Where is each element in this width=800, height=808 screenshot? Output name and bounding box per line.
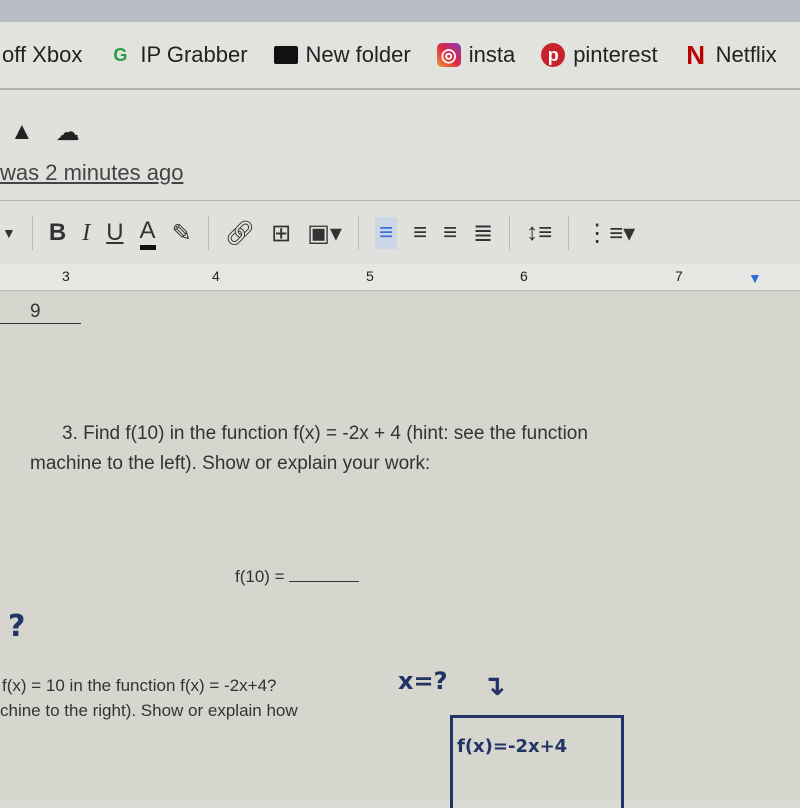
pinterest-icon: p (541, 43, 566, 67)
ruler-mark: 6 (520, 268, 528, 284)
bookmark-insta[interactable]: ◎ insta (436, 42, 516, 68)
align-right-icon[interactable]: ≡ (443, 219, 457, 247)
question-3-line-1: 3. Find f(10) in the function f(x) = -2x… (62, 423, 588, 444)
text-color-button[interactable]: A (139, 217, 156, 250)
bookmark-label: Netflix (715, 42, 777, 67)
f10-label: f(10) = (235, 567, 290, 586)
divider (509, 216, 511, 250)
machine-input-label: x=? (398, 667, 448, 695)
link-icon[interactable]: 🔗︎ (225, 219, 255, 248)
divider (207, 216, 209, 250)
last-edit-link[interactable]: was 2 minutes ago (0, 160, 183, 186)
ruler-mark: 7 (675, 268, 683, 284)
bookmark-xbox[interactable]: off Xbox (2, 42, 82, 68)
italic-button[interactable]: I (82, 220, 90, 247)
move-to-drive-icon[interactable]: ▲ (10, 118, 34, 147)
formatting-toolbar: ▼ B I U A ✎ 🔗︎ ⊞ ▣▾ ≡ ≡ ≡ ≣ ↕≡ ⋮≡▾ (0, 202, 800, 264)
machine-label: f(x)=-2x+4 (457, 736, 568, 757)
curved-arrow-icon: ↴ (482, 669, 506, 702)
doc-header: ▲ ☁ was 2 minutes ago (0, 90, 800, 201)
question-4-line-1: f(x) = 10 in the function f(x) = -2x+4? (2, 676, 277, 695)
bookmark-label: insta (468, 42, 516, 67)
cloud-saved-icon[interactable]: ☁ (56, 118, 80, 147)
align-center-icon[interactable]: ≡ (413, 219, 427, 247)
divider (31, 216, 33, 250)
previous-answer: 9 (0, 301, 81, 324)
bookmark-label: pinterest (573, 42, 658, 67)
ruler-mark: 3 (62, 268, 70, 284)
bookmark-label: off Xbox (2, 42, 83, 67)
line-spacing-icon[interactable]: ↕≡ (526, 219, 552, 247)
question-3-line-2: machine to the left). Show or explain yo… (30, 453, 431, 474)
question-4-line-2: chine to the right). Show or explain how (0, 701, 298, 720)
dropdown-arrow-icon[interactable]: ▼ (2, 225, 16, 241)
right-indent-marker-icon[interactable]: ▼ (748, 270, 762, 286)
answer-blank[interactable] (289, 581, 360, 582)
divider (568, 216, 570, 250)
bookmarks-bar: off Xbox G IP Grabber New folder ◎ insta p… (0, 22, 800, 90)
bookmark-label: New folder (305, 42, 411, 67)
f10-answer-line: f(10) = (235, 567, 360, 587)
add-comment-icon[interactable]: ⊞ (271, 219, 291, 248)
instagram-icon: ◎ (436, 43, 461, 67)
underline-button[interactable]: U (106, 219, 123, 247)
bold-button[interactable]: B (49, 219, 66, 247)
folder-icon (273, 46, 298, 64)
align-left-icon[interactable]: ≡ (374, 217, 397, 249)
justify-icon[interactable]: ≣ (473, 219, 493, 248)
netflix-icon: N (686, 40, 705, 70)
bookmark-netflix[interactable]: N Netflix (684, 42, 777, 68)
highlight-pen-icon[interactable]: ✎ (172, 219, 192, 248)
question-4-heading: ? (8, 609, 26, 644)
ruler: 3 4 5 6 7 ▼ (0, 264, 800, 291)
numbered-list-icon[interactable]: ⋮≡▾ (585, 219, 635, 248)
bookmark-ip-grabber[interactable]: G IP Grabber (108, 42, 247, 68)
ruler-mark: 4 (212, 268, 220, 284)
insert-image-icon[interactable]: ▣▾ (307, 219, 342, 248)
ruler-mark: 5 (366, 268, 374, 284)
bookmark-pinterest[interactable]: p pinterest (541, 42, 658, 68)
g-logo-icon: G (113, 45, 128, 65)
title-bar (0, 0, 800, 22)
divider (357, 216, 359, 250)
function-machine-box: f(x)=-2x+4 (450, 715, 624, 808)
document-page[interactable]: 9 3. Find f(10) in the function f(x) = -… (0, 291, 800, 808)
bookmark-label: IP Grabber (140, 42, 248, 67)
bookmark-new-folder[interactable]: New folder (273, 42, 411, 68)
